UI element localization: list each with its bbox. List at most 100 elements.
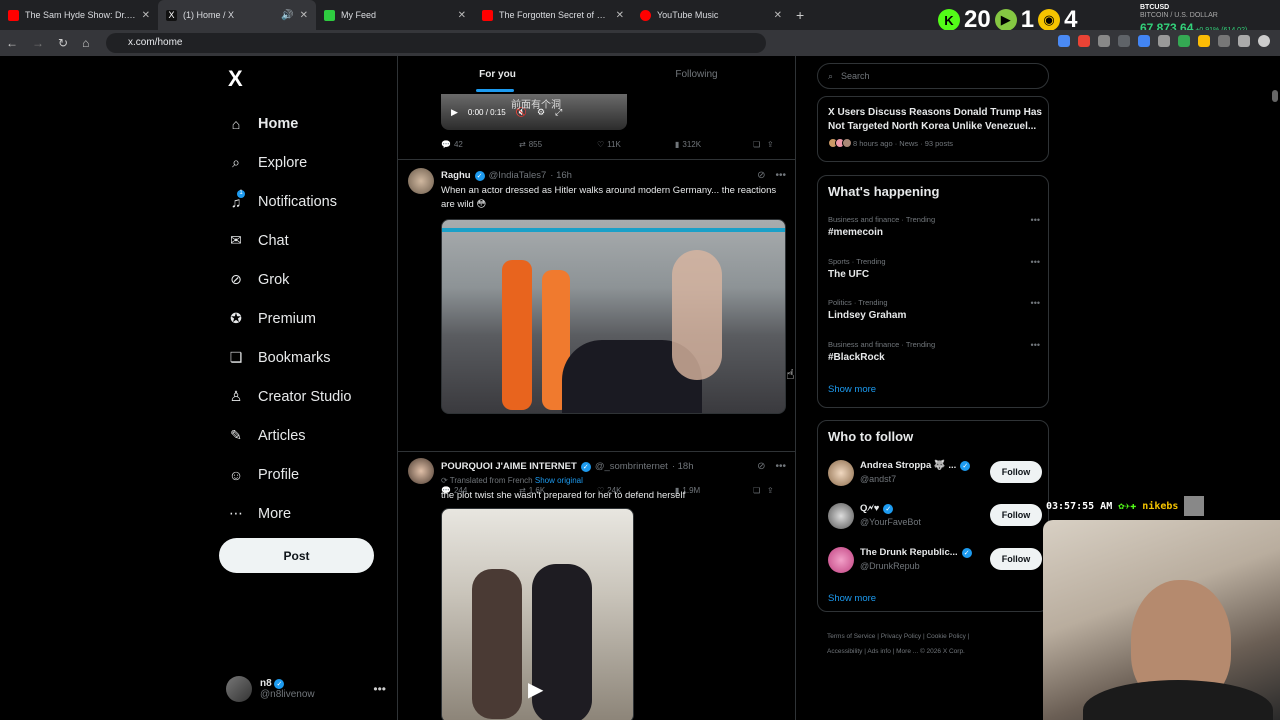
footer-line[interactable]: Terms of Service | Privacy Policy | Cook… (827, 630, 1052, 645)
show-original-link[interactable]: Show original (535, 476, 583, 485)
close-tab-icon[interactable]: ✕ (458, 10, 466, 21)
trend-item[interactable]: Business and finance · Trending #memecoin… (828, 215, 1040, 238)
forward-icon[interactable]: → (32, 36, 44, 50)
extension-icon[interactable] (1158, 35, 1170, 47)
extension-icon[interactable] (1138, 35, 1150, 47)
tab-following[interactable]: Following (597, 56, 795, 94)
grok-icon[interactable]: ⊘ (757, 170, 765, 181)
news-card[interactable]: X Users Discuss Reasons Donald Trump Has… (817, 96, 1049, 162)
trend-item[interactable]: Business and finance · Trending #BlackRoc… (828, 340, 1040, 363)
sidebar-item-explore[interactable]: ⌕ Explore (220, 143, 390, 182)
news-title[interactable]: X Users Discuss Reasons Donald Trump Has… (828, 106, 1044, 133)
browser-tab-0[interactable]: The Sam Hyde Show: Dr. Seuss ✕ (0, 0, 158, 30)
url-field[interactable]: x.com/home (106, 33, 766, 53)
rumble-icon: ▶ (994, 9, 1017, 31)
scrollbar-thumb[interactable] (1272, 90, 1278, 102)
play-icon[interactable]: ▶ (528, 677, 543, 702)
avatar[interactable] (828, 460, 854, 486)
author-handle[interactable]: @_sombrinternet (595, 461, 668, 472)
video-player[interactable]: ▶ 0:00 / 0:15 🔇 ⚙ ⤢ 前面有个洞 (441, 94, 627, 130)
close-tab-icon[interactable]: ✕ (142, 10, 150, 21)
close-tab-icon[interactable]: ✕ (300, 10, 308, 21)
author-name[interactable]: Raghu (441, 170, 471, 181)
more-icon[interactable]: ••• (373, 682, 386, 696)
sidebar-item-articles[interactable]: ✎ Articles (220, 416, 390, 455)
author-handle[interactable]: @IndiaTales7 (489, 170, 547, 181)
avatar[interactable] (408, 458, 434, 484)
repost-button[interactable]: ⇄ 855 (519, 140, 597, 149)
play-icon[interactable]: ▶ (451, 107, 458, 118)
home-button-icon[interactable]: ⌂ (82, 36, 89, 50)
avatar[interactable] (408, 168, 434, 194)
puzzle-icon[interactable] (1238, 35, 1250, 47)
extension-icon[interactable] (1198, 35, 1210, 47)
sidebar-item-grok[interactable]: ⊘ Grok (220, 260, 390, 299)
extension-icon[interactable] (1218, 35, 1230, 47)
article-icon: ✎ (230, 427, 242, 443)
avatar[interactable] (828, 547, 854, 573)
x-logo-icon[interactable]: X (228, 66, 390, 92)
close-tab-icon[interactable]: ✕ (774, 10, 782, 21)
profile-icon[interactable] (1258, 35, 1270, 47)
account-switcher[interactable]: n8 ✓ @n8livenow ••• (226, 676, 386, 702)
sidebar-item-premium[interactable]: ✪ Premium (220, 299, 390, 338)
browser-tab-1[interactable]: X (1) Home / X 🔊 ✕ (158, 0, 316, 30)
suggestion-name: Andrea Stroppa 🐺 ... ✓ (860, 460, 971, 471)
author-name[interactable]: POURQUOI J'AIME INTERNET (441, 461, 577, 472)
scrollbar[interactable] (1271, 58, 1279, 720)
mute-icon[interactable]: 🔊 (281, 10, 293, 21)
sidebar-item-bookmarks[interactable]: ❏ Bookmarks (220, 338, 390, 377)
feed-tabs: For you Following (398, 56, 795, 94)
show-more-link[interactable]: Show more (828, 384, 876, 395)
avatar[interactable] (828, 503, 854, 529)
extension-icon[interactable] (1078, 35, 1090, 47)
browser-tab-4[interactable]: YouTube Music ✕ (632, 0, 790, 30)
extension-icon[interactable] (1098, 35, 1110, 47)
reload-icon[interactable]: ↻ (58, 36, 68, 50)
sidebar-item-home[interactable]: ⌂ Home (220, 104, 390, 143)
more-icon[interactable]: ••• (1031, 298, 1040, 308)
sidebar-item-notifications[interactable]: ♫ 1 Notifications (220, 182, 390, 221)
more-icon[interactable]: ••• (1031, 215, 1040, 225)
share-icon[interactable]: ⇪ (767, 140, 774, 149)
show-more-link[interactable]: Show more (828, 593, 876, 604)
tweet-time[interactable]: · 18h (672, 461, 694, 472)
more-icon[interactable]: ••• (775, 461, 786, 472)
more-icon[interactable]: ••• (1031, 340, 1040, 350)
back-icon[interactable]: ← (6, 36, 18, 50)
reply-button[interactable]: 💬 42 (441, 140, 519, 149)
sidebar-item-more[interactable]: ⋯ More (220, 494, 390, 533)
extension-icon[interactable] (1058, 35, 1070, 47)
post-button[interactable]: Post (219, 538, 374, 573)
grok-icon[interactable]: ⊘ (757, 461, 765, 472)
like-button[interactable]: ♡ 11K (597, 140, 675, 149)
tab-title: The Sam Hyde Show: Dr. Seuss (25, 10, 136, 20)
follow-suggestion[interactable]: Andrea Stroppa 🐺 ... ✓ @andst7 Follow (828, 458, 1042, 488)
extension-icon[interactable] (1118, 35, 1130, 47)
tweet-time[interactable]: · 16h (550, 170, 572, 181)
close-tab-icon[interactable]: ✕ (616, 10, 624, 21)
extension-icon[interactable] (1178, 35, 1190, 47)
browser-tab-3[interactable]: The Forgotten Secret of Europe ✕ (474, 0, 632, 30)
browser-tab-2[interactable]: My Feed ✕ (316, 0, 474, 30)
footer-line[interactable]: Accessibility | Ads info | More ... © 20… (827, 645, 1052, 660)
follow-suggestion[interactable]: Q🗲♥ ✓ @YourFaveBot Follow (828, 501, 1042, 531)
sidebar-item-profile[interactable]: ☺ Profile (220, 455, 390, 494)
trend-item[interactable]: Politics · Trending Lindsey Graham ••• (828, 298, 1040, 321)
new-tab-icon[interactable]: + (796, 7, 804, 23)
tab-for-you[interactable]: For you (398, 56, 597, 94)
sidebar-item-chat[interactable]: ✉ Chat (220, 221, 390, 260)
tweet-video[interactable] (441, 219, 786, 414)
follow-button[interactable]: Follow (990, 504, 1042, 526)
follow-button[interactable]: Follow (990, 461, 1042, 483)
views-button[interactable]: ▮ 312K (675, 140, 753, 149)
follow-suggestion[interactable]: The Drunk Republic... ✓ @DrunkRepub Follo… (828, 545, 1042, 575)
search-input[interactable]: ⌕ Search (817, 63, 1049, 89)
trend-item[interactable]: Sports · Trending The UFC ••• (828, 257, 1040, 280)
bookmark-icon[interactable]: ❏ (753, 140, 760, 149)
sidebar-item-creator-studio[interactable]: ♙ Creator Studio (220, 377, 390, 416)
tweet-video[interactable]: ▶ (441, 508, 634, 720)
more-icon[interactable]: ••• (1031, 257, 1040, 267)
follow-button[interactable]: Follow (990, 548, 1042, 570)
more-icon[interactable]: ••• (775, 170, 786, 181)
